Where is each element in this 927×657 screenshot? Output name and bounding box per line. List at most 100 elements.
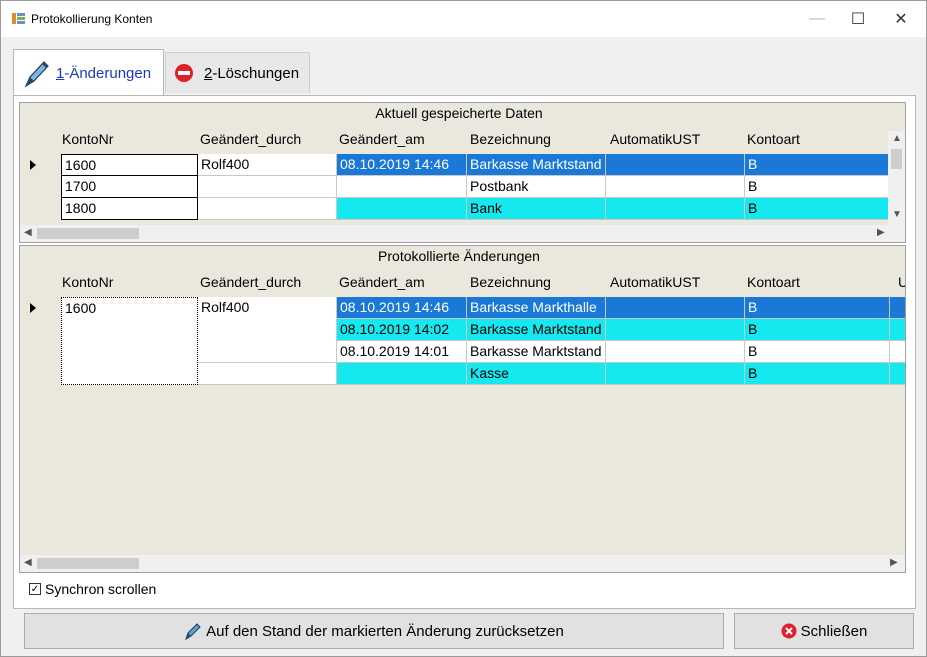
reset-button-label: Auf den Stand der markierten Änderung zu… [206, 622, 564, 640]
current-data-grid[interactable]: Aktuell gespeicherte Daten KontoNr Geänd… [19, 102, 906, 243]
scroll-left-icon[interactable]: ◀ [24, 557, 32, 568]
scroll-thumb[interactable] [37, 228, 139, 239]
horizontal-scrollbar[interactable]: ◀ ▶ [20, 225, 905, 242]
cell-geaendert-am[interactable]: 08.10.2019 14:46 [337, 297, 467, 319]
cell-overflow[interactable] [890, 319, 905, 341]
cell-kontonr[interactable]: 1800 [61, 198, 198, 220]
cell-geaendert-durch[interactable] [198, 176, 337, 198]
cell-kontoart[interactable]: B [745, 176, 889, 198]
close-circle-icon [781, 623, 797, 639]
scroll-thumb[interactable] [37, 558, 139, 569]
cell-automatikust[interactable] [606, 319, 745, 341]
cell-kontoart[interactable]: B [745, 341, 890, 363]
cell-automatikust[interactable] [606, 176, 745, 198]
cell-kontoart[interactable]: B [745, 198, 889, 220]
cell-automatikust[interactable] [606, 154, 745, 176]
reset-to-selected-change-button[interactable]: Auf den Stand der markierten Änderung zu… [24, 613, 724, 649]
logged-changes-caption: Protokollierte Änderungen [378, 248, 540, 264]
cell-geaendert-durch[interactable]: Rolf400 [198, 154, 337, 176]
cell-geaendert-am[interactable]: 08.10.2019 14:01 [337, 341, 467, 363]
column-header[interactable]: KontoNr [62, 274, 113, 290]
sync-scroll-checkbox[interactable]: ✓ Synchron scrollen [29, 579, 156, 599]
table-row[interactable]: Kasse B [20, 363, 905, 385]
cell-overflow[interactable] [890, 341, 905, 363]
column-header[interactable]: Kontoart [747, 131, 800, 147]
table-row[interactable]: 08.10.2019 14:02 Barkasse Marktstand B [20, 319, 905, 341]
column-header[interactable]: KontoNr [62, 131, 113, 147]
cell-bezeichnung[interactable]: Postbank [467, 176, 606, 198]
scroll-down-icon[interactable]: ▼ [892, 209, 902, 220]
scroll-right-icon[interactable]: ▶ [877, 227, 885, 238]
cell-bezeichnung[interactable]: Kasse [467, 363, 606, 385]
dialog-window: Protokollierung Konten — ☐ ✕ 1-Änderunge… [0, 0, 927, 657]
cell-automatikust[interactable] [606, 363, 745, 385]
vertical-scrollbar[interactable]: ▲ ▼ [888, 131, 905, 226]
cell-kontoart[interactable]: B [745, 154, 889, 176]
no-entry-icon [175, 64, 193, 82]
column-header[interactable]: Bezeichnung [470, 131, 551, 147]
cell-kontoart[interactable]: B [745, 363, 890, 385]
cell-bezeichnung[interactable]: Barkasse Marktstand [467, 154, 606, 176]
table-row[interactable]: 08.10.2019 14:46 Barkasse Markthalle B [20, 297, 905, 319]
column-header[interactable]: Geändert_durch [200, 131, 301, 147]
cell-automatikust[interactable] [606, 341, 745, 363]
cell-kontoart[interactable]: B [745, 297, 890, 319]
title-bar: Protokollierung Konten — ☐ ✕ [1, 1, 926, 37]
cell-kontonr[interactable]: 1700 [61, 176, 198, 198]
table-row[interactable]: 1700 Postbank B [20, 176, 905, 198]
cell-geaendert-durch[interactable] [198, 198, 337, 220]
window-close-button[interactable]: ✕ [881, 1, 921, 37]
column-header[interactable]: Bezeichnung [470, 274, 551, 290]
pen-icon [24, 60, 49, 88]
cell-kontoart[interactable]: B [745, 319, 890, 341]
cell-geaendert-am[interactable] [337, 198, 467, 220]
minimize-button[interactable]: — [797, 1, 837, 37]
cell-bezeichnung[interactable]: Barkasse Marktstand [467, 319, 606, 341]
grid-header: KontoNr Geändert_durch Geändert_am Bezei… [20, 274, 905, 294]
sync-scroll-label: Synchron scrollen [45, 581, 157, 597]
row-indicator-icon [30, 303, 36, 313]
horizontal-scrollbar[interactable]: ◀ ▶ [20, 555, 905, 572]
close-button-label: Schließen [800, 622, 868, 640]
scroll-left-icon[interactable]: ◀ [24, 227, 32, 238]
tab-loeschungen-label: -Löschungen [212, 64, 300, 82]
cell-bezeichnung[interactable]: Barkasse Markthalle [467, 297, 606, 319]
cell-overflow[interactable] [890, 363, 905, 385]
cell-overflow[interactable] [890, 297, 905, 319]
tab-aenderungen[interactable]: 1-Änderungen [13, 49, 164, 97]
logged-changes-grid[interactable]: Protokollierte Änderungen KontoNr Geände… [19, 245, 906, 573]
column-header[interactable]: AutomatikUST [610, 131, 700, 147]
current-data-caption: Aktuell gespeicherte Daten [375, 105, 543, 121]
column-header[interactable]: Geändert_am [339, 274, 425, 290]
pen-icon [184, 622, 202, 640]
checkbox-box[interactable]: ✓ [29, 583, 41, 595]
column-header[interactable]: U [898, 274, 905, 290]
column-header[interactable]: Kontoart [747, 274, 800, 290]
column-header[interactable]: Geändert_am [339, 131, 425, 147]
row-indicator-icon [30, 160, 36, 170]
cell-bezeichnung[interactable]: Barkasse Marktstand [467, 341, 606, 363]
window-title: Protokollierung Konten [31, 12, 153, 26]
maximize-button[interactable]: ☐ [838, 1, 878, 37]
column-header[interactable]: Geändert_durch [200, 274, 301, 290]
cell-geaendert-am[interactable]: 08.10.2019 14:02 [337, 319, 467, 341]
grid-header: KontoNr Geändert_durch Geändert_am Bezei… [20, 131, 905, 151]
cell-kontonr[interactable]: 1600 [61, 154, 198, 176]
cell-geaendert-am[interactable] [337, 363, 467, 385]
cell-automatikust[interactable] [606, 297, 745, 319]
tab-aenderungen-label: -Änderungen [64, 65, 152, 82]
close-dialog-button[interactable]: Schließen [734, 613, 914, 649]
cell-geaendert-am[interactable] [337, 176, 467, 198]
cell-bezeichnung[interactable]: Bank [467, 198, 606, 220]
table-row[interactable]: 1800 Bank B [20, 198, 905, 220]
cell-geaendert-am[interactable]: 08.10.2019 14:46 [337, 154, 467, 176]
column-header[interactable]: AutomatikUST [610, 274, 700, 290]
cell-automatikust[interactable] [606, 198, 745, 220]
scroll-right-icon[interactable]: ▶ [890, 557, 898, 568]
tab-loeschungen[interactable]: 2-Löschungen [165, 52, 310, 93]
app-icon [12, 13, 25, 24]
table-row[interactable]: 08.10.2019 14:01 Barkasse Marktstand B [20, 341, 905, 363]
table-row[interactable]: 1600 Rolf400 08.10.2019 14:46 Barkasse M… [20, 154, 905, 176]
scroll-up-icon[interactable]: ▲ [892, 133, 902, 144]
scroll-thumb[interactable] [891, 149, 902, 169]
